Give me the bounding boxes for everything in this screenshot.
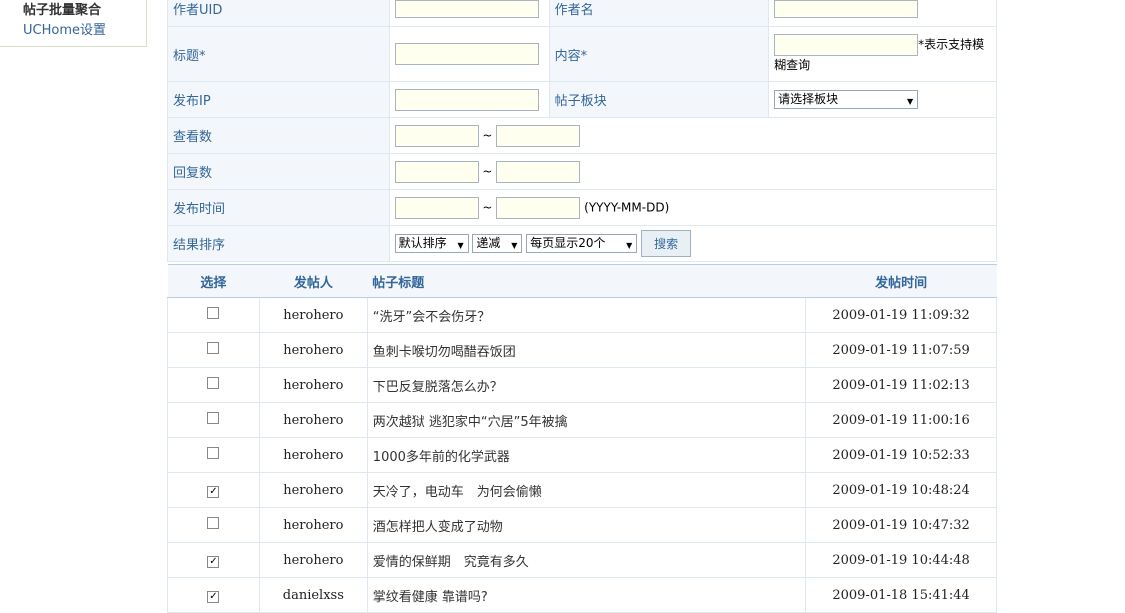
row-checkbox[interactable] — [207, 447, 220, 459]
content-label: 内容* — [548, 26, 770, 82]
row-checkbox[interactable] — [207, 342, 220, 354]
row-title[interactable]: 两次越狱 逃犯家中“穴居”5年被擒 — [366, 402, 807, 438]
date-format-hint: (YYYY-MM-DD) — [584, 200, 670, 214]
table-row: ✓ herohero 天冷了，电动车 为何会偷懒 2009-01-19 10:48:2… — [167, 472, 997, 508]
results-table: 选择 发帖人 帖子标题 发帖时间 herohero “洗牙”会不会伤牙？ 2009-… — [167, 264, 997, 613]
sort-label: 结果排序 — [167, 225, 390, 262]
row-time: 2009-01-19 10:48:24 — [805, 472, 997, 508]
table-row: herohero 下巴反复脱落怎么办？ 2009-01-19 11:02:13 — [167, 367, 997, 403]
sidebar-panel: 帖子批量聚合 UCHome设置 — [0, 0, 147, 47]
row-checkbox[interactable] — [207, 517, 220, 529]
perpage-select[interactable]: 每页显示20个 ▼ — [526, 234, 638, 253]
row-author[interactable]: herohero — [258, 367, 368, 403]
replies-max-input[interactable] — [496, 160, 581, 183]
row-time: 2009-01-18 15:41:44 — [805, 577, 997, 613]
views-min-input[interactable] — [394, 124, 479, 147]
pubtime-label: 发布时间 — [167, 189, 390, 226]
range-tilde: ~ — [482, 128, 493, 142]
row-author[interactable]: herohero — [258, 437, 368, 473]
author-name-input[interactable] — [774, 0, 919, 18]
table-row: herohero 两次越狱 逃犯家中“穴居”5年被擒 2009-01-19 11:0… — [167, 402, 997, 438]
row-author[interactable]: danielxss — [258, 577, 368, 613]
row-author[interactable]: herohero — [258, 297, 368, 333]
row-title[interactable]: “洗牙”会不会伤牙？ — [366, 297, 807, 333]
table-row: herohero 1000多年前的化学武器 2009-01-19 10:52:33 — [167, 437, 997, 473]
table-row: herohero 鱼刺卡喉切勿喝醋吞饭团 2009-01-19 11:07:59 — [167, 332, 997, 368]
header-author: 发帖人 — [259, 264, 368, 298]
row-author[interactable]: herohero — [258, 542, 368, 578]
board-select-value: 请选择板块 — [778, 92, 839, 106]
perpage-select-value: 每页显示20个 — [530, 236, 606, 250]
order-select[interactable]: 递减 ▼ — [472, 234, 523, 253]
row-time: 2009-01-19 11:09:32 — [805, 297, 997, 333]
views-label: 查看数 — [167, 117, 390, 154]
row-title[interactable]: 爱情的保鲜期 究竟有多久 — [366, 542, 807, 578]
row-time: 2009-01-19 10:52:33 — [805, 437, 997, 473]
ip-label: 发布IP — [167, 81, 390, 118]
pubtime-start-input[interactable] — [394, 196, 479, 219]
row-time: 2009-01-19 11:07:59 — [805, 332, 997, 368]
row-title[interactable]: 天冷了，电动车 为何会偷懒 — [366, 472, 807, 508]
row-author[interactable]: herohero — [258, 507, 368, 543]
board-label: 帖子板块 — [548, 81, 770, 118]
replies-label: 回复数 — [167, 153, 390, 190]
row-checkbox[interactable] — [207, 307, 220, 319]
pubtime-end-input[interactable] — [496, 196, 581, 219]
ip-input[interactable] — [394, 88, 539, 111]
row-time: 2009-01-19 10:47:32 — [805, 507, 997, 543]
dropdown-arrow-icon: ▼ — [511, 241, 518, 250]
row-time: 2009-01-19 11:00:16 — [805, 402, 997, 438]
table-row: ✓ herohero 爱情的保鲜期 究竟有多久 2009-01-19 10:44:48 — [167, 542, 997, 578]
title-label: 标题* — [167, 26, 390, 82]
search-button[interactable]: 搜索 — [641, 230, 692, 257]
row-author[interactable]: herohero — [258, 332, 368, 368]
dropdown-arrow-icon: ▼ — [626, 241, 633, 250]
row-author[interactable]: herohero — [258, 402, 368, 438]
table-row: herohero “洗牙”会不会伤牙？ 2009-01-19 11:09:32 — [167, 297, 997, 333]
header-time: 发帖时间 — [805, 264, 997, 298]
row-title[interactable]: 掌纹看健康 靠谱吗? — [366, 577, 807, 613]
range-tilde: ~ — [482, 164, 493, 178]
row-title[interactable]: 鱼刺卡喉切勿喝醋吞饭团 — [366, 332, 807, 368]
search-form: 作者UID 作者名 标题* 内容* *表示支持模糊查询 发布IP 帖子板块 请选… — [167, 0, 998, 262]
title-input[interactable] — [394, 43, 539, 65]
sort-select-value: 默认排序 — [398, 236, 447, 250]
row-checkbox[interactable] — [207, 377, 220, 389]
author-uid-label: 作者UID — [167, 0, 390, 27]
sidebar-item-uchome-settings[interactable]: UCHome设置 — [23, 19, 106, 38]
replies-min-input[interactable] — [394, 160, 479, 183]
row-checkbox[interactable]: ✓ — [207, 485, 220, 498]
row-title[interactable]: 1000多年前的化学武器 — [366, 437, 807, 473]
dropdown-arrow-icon: ▼ — [457, 241, 464, 250]
row-checkbox[interactable] — [207, 412, 220, 424]
row-checkbox[interactable]: ✓ — [207, 590, 220, 603]
range-tilde: ~ — [482, 200, 493, 214]
table-row: ✓ danielxss 掌纹看健康 靠谱吗? 2009-01-18 15:41:44 — [167, 577, 997, 613]
sidebar-item-post-aggregate[interactable]: 帖子批量聚合 — [23, 0, 101, 18]
row-title[interactable]: 下巴反复脱落怎么办？ — [366, 367, 807, 403]
header-title: 帖子标题 — [367, 264, 806, 298]
row-author[interactable]: herohero — [258, 472, 368, 508]
row-time: 2009-01-19 10:44:48 — [805, 542, 997, 578]
author-uid-input[interactable] — [394, 0, 539, 18]
dropdown-arrow-icon: ▼ — [906, 97, 914, 106]
table-row: herohero 酒怎样把人变成了动物 2009-01-19 10:47:32 — [167, 507, 997, 543]
row-time: 2009-01-19 11:02:13 — [805, 367, 997, 403]
board-select[interactable]: 请选择板块 ▼ — [774, 90, 919, 109]
author-name-label: 作者名 — [548, 0, 770, 27]
header-select: 选择 — [167, 264, 260, 298]
content-input[interactable] — [774, 34, 919, 56]
row-checkbox[interactable]: ✓ — [207, 555, 220, 568]
sort-select[interactable]: 默认排序 ▼ — [394, 234, 469, 253]
views-max-input[interactable] — [496, 124, 581, 147]
row-title[interactable]: 酒怎样把人变成了动物 — [366, 507, 807, 543]
order-select-value: 递减 — [476, 236, 501, 250]
